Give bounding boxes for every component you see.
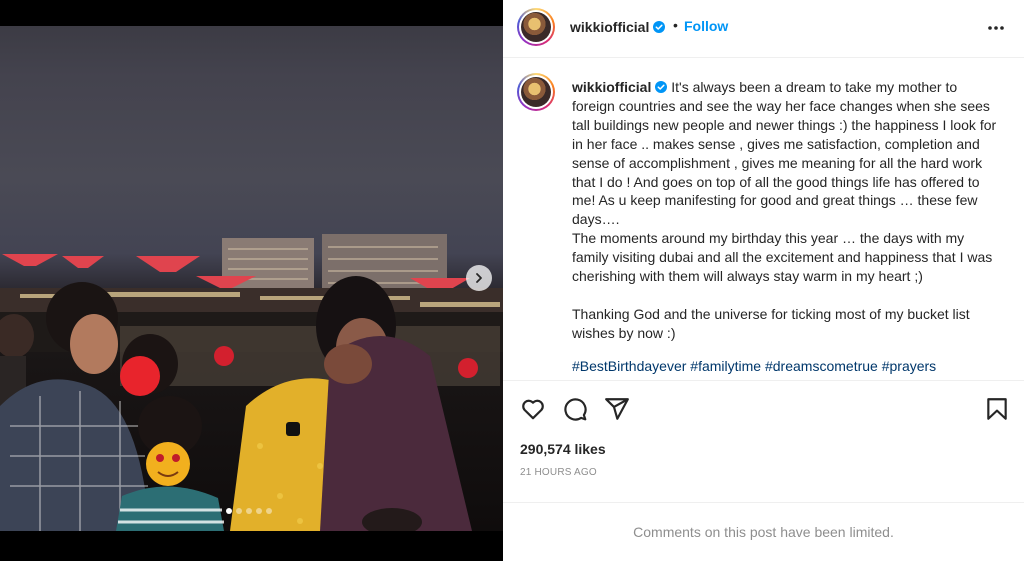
caption-paragraph-1: wikkiofficial It's always been a dream t… (572, 78, 1002, 229)
bookmark-icon (987, 398, 1007, 420)
verified-badge-icon (653, 21, 666, 33)
post-photo (0, 26, 503, 531)
share-icon (605, 398, 629, 420)
media-letterbox-top (0, 0, 503, 26)
caption-paragraph-2: The moments around my birthday this year… (572, 230, 997, 285)
hashtag-link[interactable]: #BestBirthdayever (572, 358, 686, 374)
hashtag-link[interactable]: #dreamscometrue (765, 358, 878, 374)
photo-scene (0, 234, 503, 531)
more-options-icon[interactable] (986, 20, 1006, 36)
carousel-dot (236, 508, 242, 514)
hashtag-link[interactable]: #familytime (690, 358, 761, 374)
author-username[interactable]: wikkiofficial (570, 19, 666, 35)
hashtag-link[interactable]: #prayers (882, 358, 936, 374)
carousel-dot (226, 508, 232, 514)
follow-button[interactable]: Follow (684, 18, 728, 34)
post-header: wikkiofficial • Follow (503, 0, 1024, 58)
save-button[interactable] (984, 396, 1010, 422)
avatar[interactable] (517, 8, 555, 46)
caption-text: It's always been a dream to take my moth… (572, 79, 1001, 228)
header-separator: • (673, 17, 678, 33)
heart-icon (522, 399, 544, 420)
post-details-panel: wikkiofficial • Follow wikkiofficial It'… (503, 0, 1024, 561)
post-caption: wikkiofficial It's always been a dream t… (572, 78, 1002, 376)
carousel-dot (266, 508, 272, 514)
post-timestamp[interactable]: 21 HOURS AGO (520, 467, 597, 478)
like-count[interactable]: 290,574 likes (520, 441, 606, 457)
username-text[interactable]: wikkiofficial (570, 19, 649, 35)
comments-limited-notice: Comments on this post have been limited. (633, 524, 894, 540)
chevron-right-icon (476, 273, 482, 283)
action-bar (503, 396, 1024, 426)
media-letterbox-bottom (0, 531, 503, 561)
hashtag-list: #BestBirthdayever #familytime #dreamscom… (572, 357, 1002, 376)
verified-badge-icon (655, 81, 668, 93)
caption-section: wikkiofficial It's always been a dream t… (503, 59, 1024, 381)
carousel-indicator (226, 508, 272, 514)
carousel-dot (256, 508, 262, 514)
share-button[interactable] (604, 396, 630, 422)
caption-username[interactable]: wikkiofficial (572, 79, 668, 95)
comments-section: Comments on this post have been limited. (503, 502, 1024, 561)
carousel-dot (246, 508, 252, 514)
comment-button[interactable] (562, 396, 588, 422)
carousel-next-button[interactable] (466, 265, 492, 291)
avatar[interactable] (517, 73, 555, 111)
like-button[interactable] (520, 396, 546, 422)
post-media (0, 0, 503, 561)
comment-icon (564, 398, 587, 421)
caption-paragraph-3: Thanking God and the universe for tickin… (572, 305, 974, 341)
instagram-post-view: wikkiofficial • Follow wikkiofficial It'… (0, 0, 1024, 561)
caption-username-text[interactable]: wikkiofficial (572, 79, 651, 95)
